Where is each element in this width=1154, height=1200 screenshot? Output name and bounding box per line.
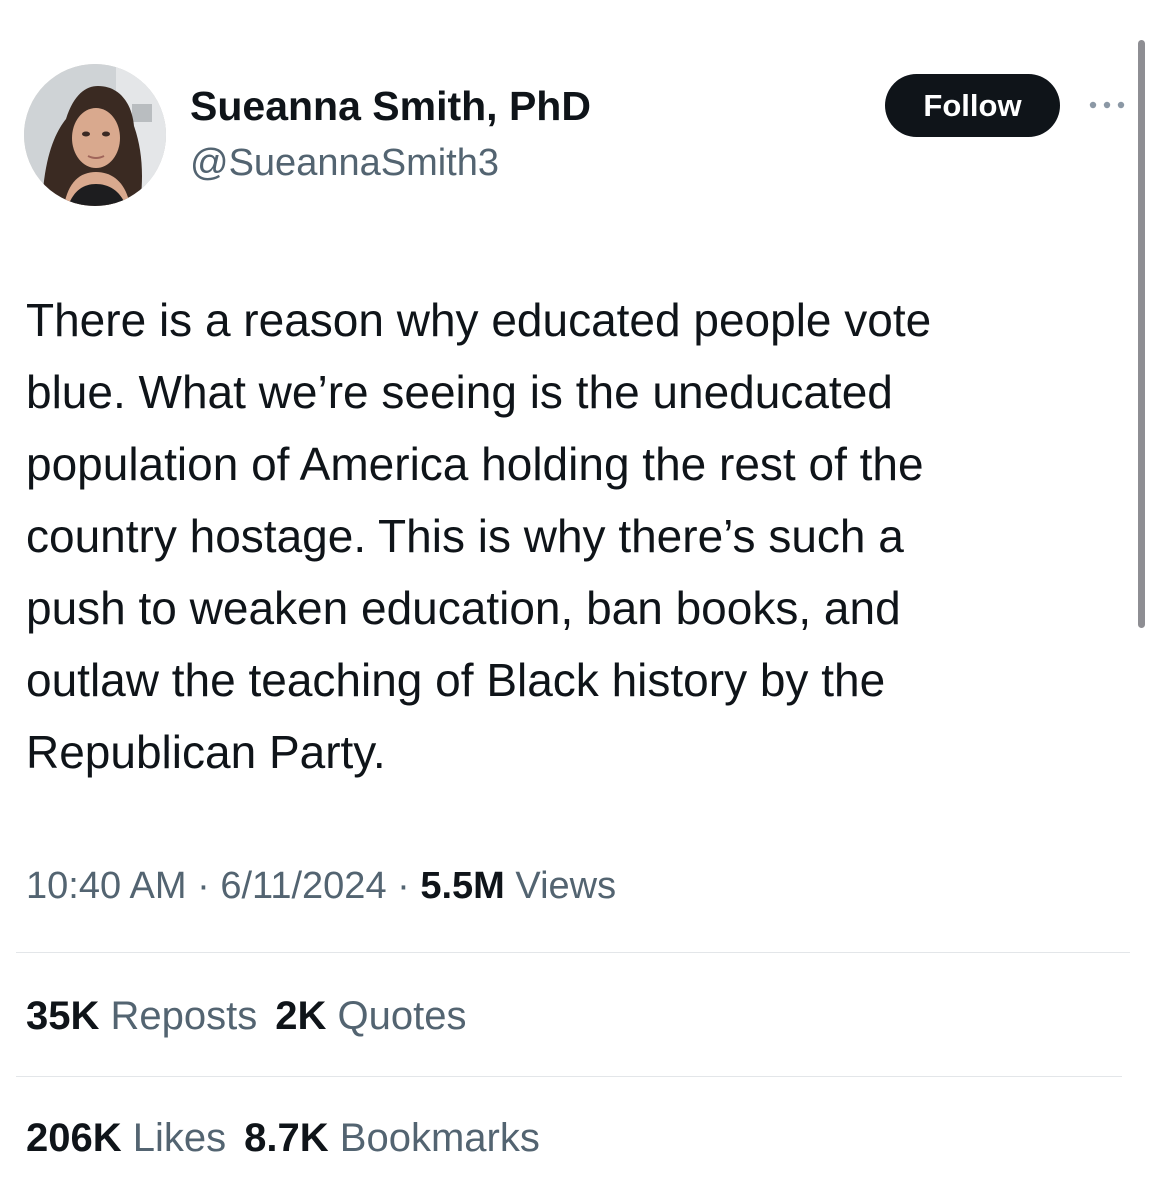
quotes-stat[interactable]: 2K Quotes xyxy=(275,994,466,1038)
tweet-text-line: There is a reason why educated people vo… xyxy=(26,294,932,346)
meta-separator: · xyxy=(186,865,221,907)
divider xyxy=(16,952,1130,953)
stats-row-likes-bookmarks: 206K Likes 8.7K Bookmarks xyxy=(26,1112,558,1164)
quotes-label: Quotes xyxy=(337,994,467,1038)
tweet-text-line: push to weaken education, ban books, and xyxy=(26,582,901,634)
avatar[interactable] xyxy=(24,64,166,206)
stats-row-reposts-quotes: 35K Reposts 2K Quotes xyxy=(26,990,485,1042)
divider xyxy=(16,1076,1122,1077)
likes-count: 206K xyxy=(26,1116,122,1160)
author-handle[interactable]: @SueannaSmith3 xyxy=(190,140,499,186)
bookmarks-label: Bookmarks xyxy=(339,1116,540,1160)
bookmarks-stat[interactable]: 8.7K Bookmarks xyxy=(244,1116,540,1160)
profile-photo-icon xyxy=(24,64,166,206)
tweet-text-line: country hostage. This is why there’s suc… xyxy=(26,510,904,562)
tweet-meta: 10:40 AM · 6/11/2024 · 5.5M Views xyxy=(26,860,616,912)
views-count: 5.5M xyxy=(420,865,505,907)
bookmarks-count: 8.7K xyxy=(244,1116,329,1160)
tweet-time[interactable]: 10:40 AM xyxy=(26,865,187,907)
tweet-text-line: blue. What we’re seeing is the uneducate… xyxy=(26,366,893,418)
reposts-stat[interactable]: 35K Reposts xyxy=(26,994,257,1038)
author-display-name[interactable]: Sueanna Smith, PhD xyxy=(190,82,591,130)
likes-stat[interactable]: 206K Likes xyxy=(26,1116,226,1160)
ellipsis-icon[interactable] xyxy=(1085,94,1129,116)
meta-separator: · xyxy=(386,865,421,907)
tweet-text-line: population of America holding the rest o… xyxy=(26,438,924,490)
reposts-label: Reposts xyxy=(110,994,258,1038)
tweet-text-line: outlaw the teaching of Black history by … xyxy=(26,654,886,706)
likes-label: Likes xyxy=(132,1116,227,1160)
follow-button[interactable]: Follow xyxy=(885,74,1060,137)
scrollbar[interactable] xyxy=(1138,40,1145,628)
quotes-count: 2K xyxy=(275,994,327,1038)
tweet-text: There is a reason why educated people vo… xyxy=(26,284,1116,788)
tweet-date[interactable]: 6/11/2024 xyxy=(220,865,386,907)
views-label: Views xyxy=(515,865,617,907)
reposts-count: 35K xyxy=(26,994,100,1038)
tweet-text-line: Republican Party. xyxy=(26,726,386,778)
